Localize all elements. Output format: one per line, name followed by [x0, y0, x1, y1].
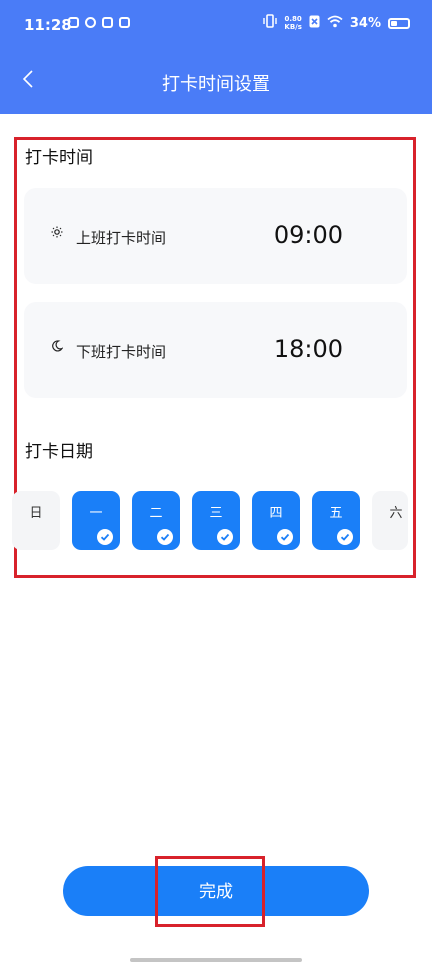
day-label: 二	[149, 506, 163, 521]
section-title-time: 打卡时间	[25, 148, 93, 168]
end-time-value[interactable]: 18:00	[274, 335, 343, 363]
day-label: 一	[89, 506, 103, 521]
sim-icon	[309, 15, 320, 32]
day-saturday[interactable]: 六	[372, 491, 408, 550]
message-icon	[68, 17, 79, 28]
day-thursday[interactable]: 四	[252, 491, 300, 550]
wifi-icon	[327, 15, 343, 32]
day-label: 四	[269, 506, 283, 521]
start-time-label: 上班打卡时间	[76, 229, 167, 247]
day-monday[interactable]: 一	[72, 491, 120, 550]
check-icon	[217, 529, 233, 545]
day-label: 三	[209, 506, 223, 521]
check-icon	[97, 529, 113, 545]
day-sunday[interactable]: 日	[12, 491, 60, 550]
home-indicator	[130, 958, 302, 962]
section-title-days: 打卡日期	[25, 442, 93, 462]
day-label: 六	[389, 506, 403, 521]
notification-icons	[68, 17, 130, 28]
sun-icon	[51, 226, 63, 242]
day-label: 五	[329, 506, 343, 521]
net-speed: 0.80 KB/s	[284, 15, 301, 31]
status-bar: 11:28 0.80 KB/s 34%	[0, 0, 432, 52]
start-time-value[interactable]: 09:00	[274, 221, 343, 249]
day-wednesday[interactable]: 三	[192, 491, 240, 550]
day-friday[interactable]: 五	[312, 491, 360, 550]
battery-icon	[388, 17, 410, 29]
check-icon	[277, 529, 293, 545]
battery-text: 34%	[349, 15, 381, 31]
vibrate-icon	[263, 14, 278, 32]
page-title: 打卡时间设置	[162, 74, 270, 95]
end-time-label: 下班打卡时间	[76, 343, 167, 361]
check-icon	[337, 529, 353, 545]
status-right: 0.80 KB/s 34%	[263, 14, 410, 32]
net-speed-value: 0.80	[284, 15, 302, 23]
app-icon	[85, 17, 96, 28]
start-time-card[interactable]: 上班打卡时间 09:00	[24, 188, 407, 284]
mail-icon	[119, 17, 130, 28]
status-time: 11:28	[24, 16, 72, 34]
day-tuesday[interactable]: 二	[132, 491, 180, 550]
done-button[interactable]: 完成	[63, 866, 369, 916]
nav-bar: 打卡时间设置	[0, 52, 432, 114]
day-label: 日	[29, 506, 43, 521]
moon-icon	[51, 340, 64, 356]
check-icon	[157, 529, 173, 545]
net-speed-unit: KB/s	[284, 23, 302, 31]
end-time-card[interactable]: 下班打卡时间 18:00	[24, 302, 407, 398]
weibo-icon	[102, 17, 113, 28]
